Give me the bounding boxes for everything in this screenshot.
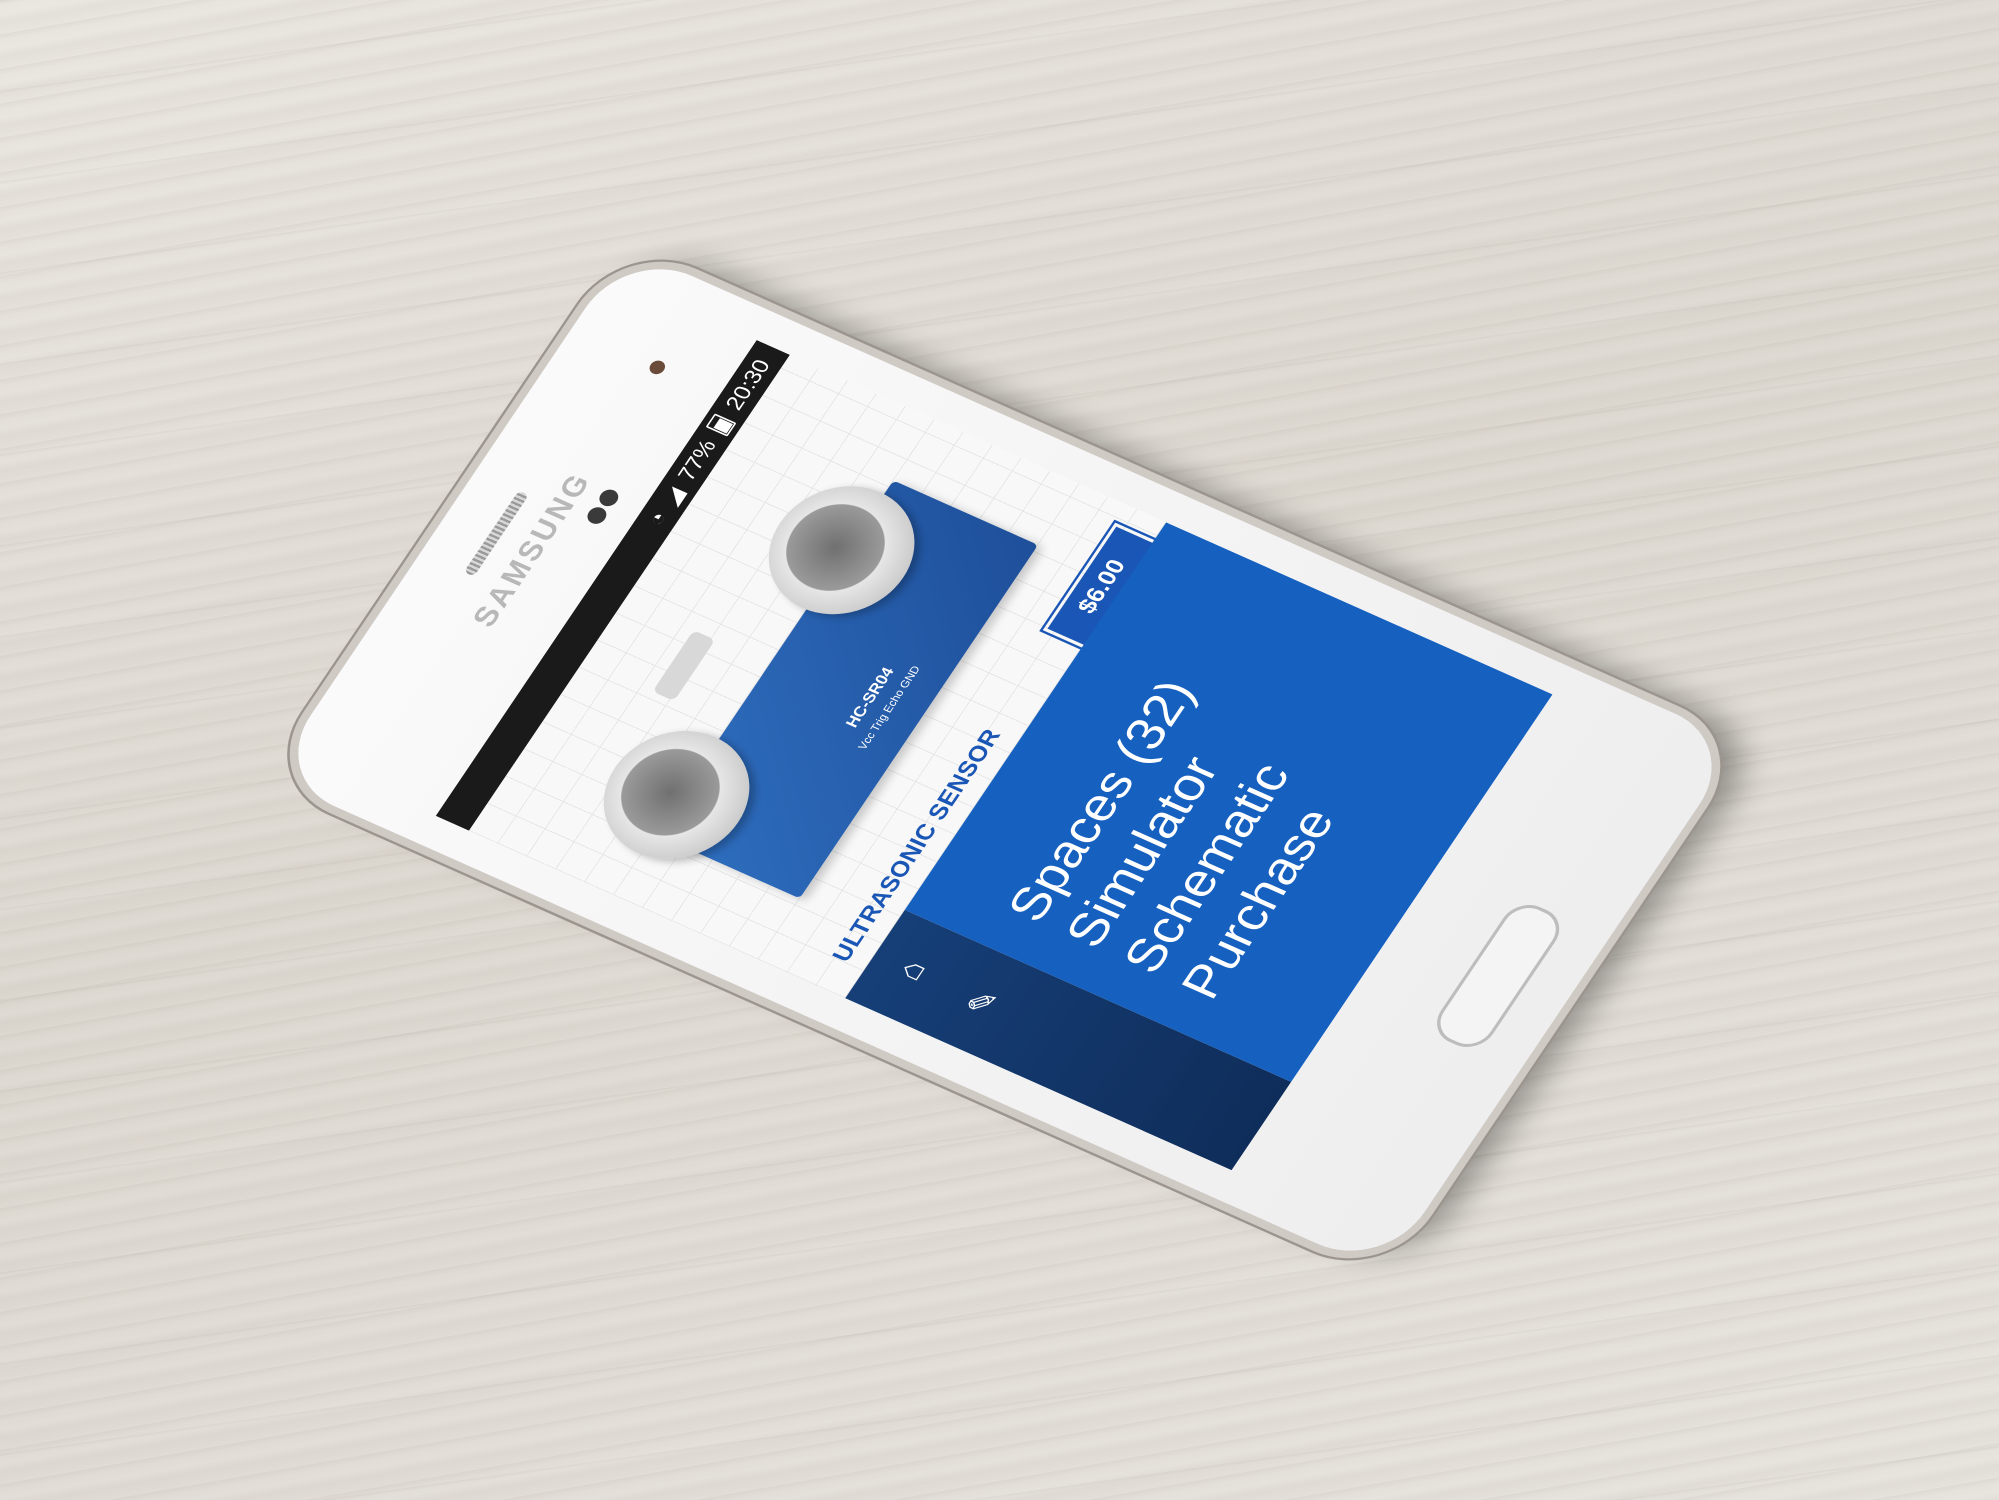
battery-icon bbox=[705, 413, 737, 437]
wifi-icon: ◔ bbox=[642, 507, 673, 530]
board-crystal bbox=[652, 630, 716, 702]
page: { "device": { "brand": "SAMSUNG" }, "sta… bbox=[0, 0, 1999, 1500]
home-button[interactable] bbox=[1426, 897, 1570, 1055]
front-camera bbox=[646, 358, 668, 377]
signal-icon: ◢ bbox=[656, 483, 690, 509]
phone-device: SAMSUNG ◔ ◢ 77% 20:30 HC-SR04 Vcc Trig E… bbox=[269, 246, 1741, 1274]
